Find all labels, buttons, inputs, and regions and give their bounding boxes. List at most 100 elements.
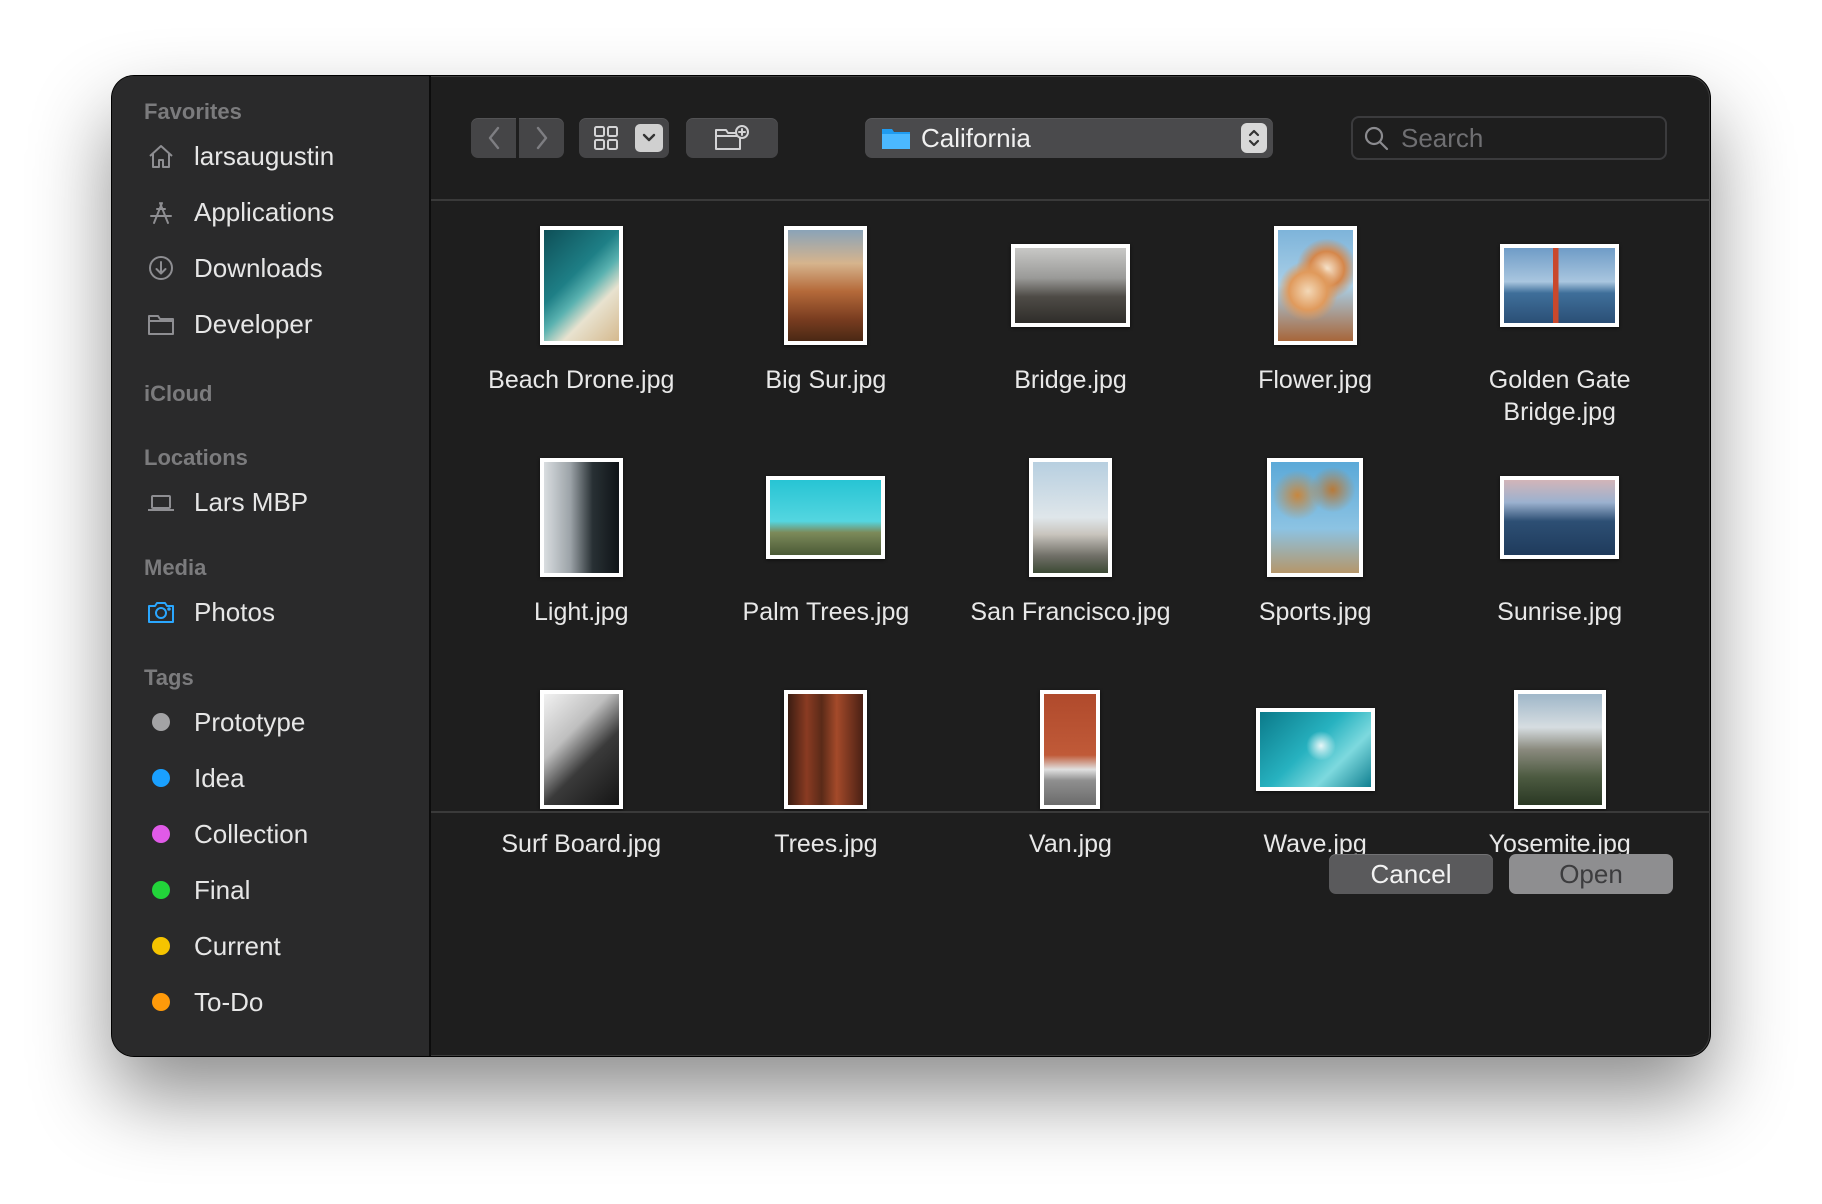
sidebar-item-label: Lars MBP (194, 486, 309, 517)
camera-icon (146, 597, 176, 627)
sidebar-item-home[interactable]: larsaugustin (112, 128, 429, 184)
sidebar-item-label: Collection (194, 818, 309, 849)
section-title-tags: Tags (144, 665, 194, 690)
toolbar: California (431, 76, 1710, 201)
file-grid: Beach Drone.jpg Big Sur.jpg Bridge.jpg F… (431, 203, 1710, 858)
sidebar-item-label: Final (194, 874, 251, 905)
open-file-dialog: Favorites larsaugustin Applications Down… (112, 76, 1710, 1056)
new-folder-icon (715, 125, 749, 150)
file-name: Bridge.jpg (1014, 366, 1127, 394)
sidebar: Favorites larsaugustin Applications Down… (112, 76, 431, 1056)
up-down-chevron-icon (1241, 123, 1267, 153)
section-title-locations: Locations (144, 445, 248, 470)
tag-dot-icon (152, 881, 170, 899)
sidebar-item-tag-todo[interactable]: To-Do (112, 974, 429, 1030)
new-folder-button[interactable] (686, 118, 778, 158)
file-name: Sports.jpg (1258, 598, 1372, 626)
image-thumbnail (539, 226, 623, 345)
search-field[interactable] (1351, 116, 1667, 160)
file-name: Palm Trees.jpg (742, 598, 910, 626)
sidebar-item-developer[interactable]: Developer (112, 296, 429, 352)
section-title-media: Media (144, 555, 207, 580)
tag-dot-icon (152, 993, 170, 1011)
sidebar-item-photos[interactable]: Photos (112, 584, 429, 640)
sidebar-item-tag-prototype[interactable]: Prototype (112, 694, 429, 750)
image-thumbnail (1010, 244, 1130, 327)
tag-dot-icon (152, 825, 170, 843)
open-button[interactable]: Open (1509, 854, 1673, 894)
image-thumbnail (1255, 708, 1375, 791)
cancel-button[interactable]: Cancel (1329, 854, 1493, 894)
file-item[interactable]: Big Sur.jpg (704, 217, 949, 449)
laptop-icon (146, 487, 176, 517)
sidebar-item-label: Current (194, 930, 281, 961)
file-item[interactable]: Light.jpg (459, 449, 704, 681)
file-name: Light.jpg (534, 598, 629, 626)
sidebar-item-applications[interactable]: Applications (112, 184, 429, 240)
tag-dot-icon (152, 937, 170, 955)
image-thumbnail (1040, 690, 1101, 809)
home-icon (146, 141, 176, 171)
image-thumbnail (1513, 690, 1606, 809)
sidebar-item-label: Downloads (194, 252, 323, 283)
sidebar-item-downloads[interactable]: Downloads (112, 240, 429, 296)
sidebar-item-tag-collection[interactable]: Collection (112, 806, 429, 862)
sidebar-item-label: Photos (194, 596, 275, 627)
image-thumbnail (539, 690, 623, 809)
file-item[interactable]: Sunrise.jpg (1437, 449, 1682, 681)
sidebar-item-tag-idea[interactable]: Idea (112, 750, 429, 806)
grid-view-icon (594, 126, 618, 150)
dialog-footer: Cancel Open (431, 811, 1710, 1056)
forward-button[interactable] (519, 118, 564, 158)
image-thumbnail (1028, 458, 1112, 577)
image-thumbnail (1500, 244, 1620, 327)
file-name: San Francisco.jpg (970, 598, 1171, 626)
chevron-down-icon (635, 124, 663, 152)
sidebar-item-tag-final[interactable]: Final (112, 862, 429, 918)
downloads-icon (146, 253, 176, 283)
image-thumbnail (784, 226, 868, 345)
folder-icon (882, 129, 910, 149)
chevron-right-icon (536, 126, 547, 150)
sidebar-item-label: larsaugustin (194, 140, 335, 171)
file-name: Beach Drone.jpg (488, 366, 675, 394)
image-thumbnail (784, 690, 868, 809)
file-item[interactable]: Sports.jpg (1193, 449, 1438, 681)
section-title-favorites: Favorites (144, 99, 242, 124)
sidebar-item-label: Developer (194, 308, 313, 339)
file-item[interactable]: Flower.jpg (1193, 217, 1438, 449)
file-name: Golden Gate Bridge.jpg (1488, 366, 1631, 426)
image-thumbnail (1273, 226, 1357, 345)
file-item[interactable]: Palm Trees.jpg (704, 449, 949, 681)
back-button[interactable] (471, 118, 516, 158)
section-title-icloud: iCloud (144, 381, 213, 406)
search-icon (1364, 126, 1389, 151)
image-thumbnail (766, 476, 886, 559)
file-item[interactable]: Beach Drone.jpg (459, 217, 704, 449)
applications-icon (146, 197, 176, 227)
sidebar-item-tag-current[interactable]: Current (112, 918, 429, 974)
tag-dot-icon (152, 769, 170, 787)
view-mode-button[interactable] (579, 118, 669, 158)
search-input[interactable] (1401, 122, 1651, 154)
image-thumbnail (1500, 476, 1620, 559)
file-item[interactable]: Golden Gate Bridge.jpg (1437, 217, 1682, 449)
sidebar-item-label: Applications (194, 196, 335, 227)
sidebar-item-label: To-Do (194, 986, 264, 1017)
file-item[interactable]: San Francisco.jpg (948, 449, 1193, 681)
sidebar-item-label: Idea (194, 762, 245, 793)
tag-dot-icon (152, 713, 170, 731)
location-label: California (921, 122, 1031, 153)
file-name: Flower.jpg (1258, 366, 1373, 394)
image-thumbnail (539, 458, 623, 577)
sidebar-item-label: Prototype (194, 706, 306, 737)
file-name: Sunrise.jpg (1497, 598, 1623, 626)
file-item[interactable]: Bridge.jpg (948, 217, 1193, 449)
sidebar-item-lars-mbp[interactable]: Lars MBP (112, 474, 429, 530)
folder-icon (146, 309, 176, 339)
chevron-left-icon (488, 126, 499, 150)
file-name: Big Sur.jpg (765, 366, 887, 394)
main-pane: California Beach Drone.jpg Big Sur.jpg (431, 76, 1710, 1056)
location-popup[interactable]: California (865, 118, 1273, 158)
image-thumbnail (1267, 458, 1364, 577)
